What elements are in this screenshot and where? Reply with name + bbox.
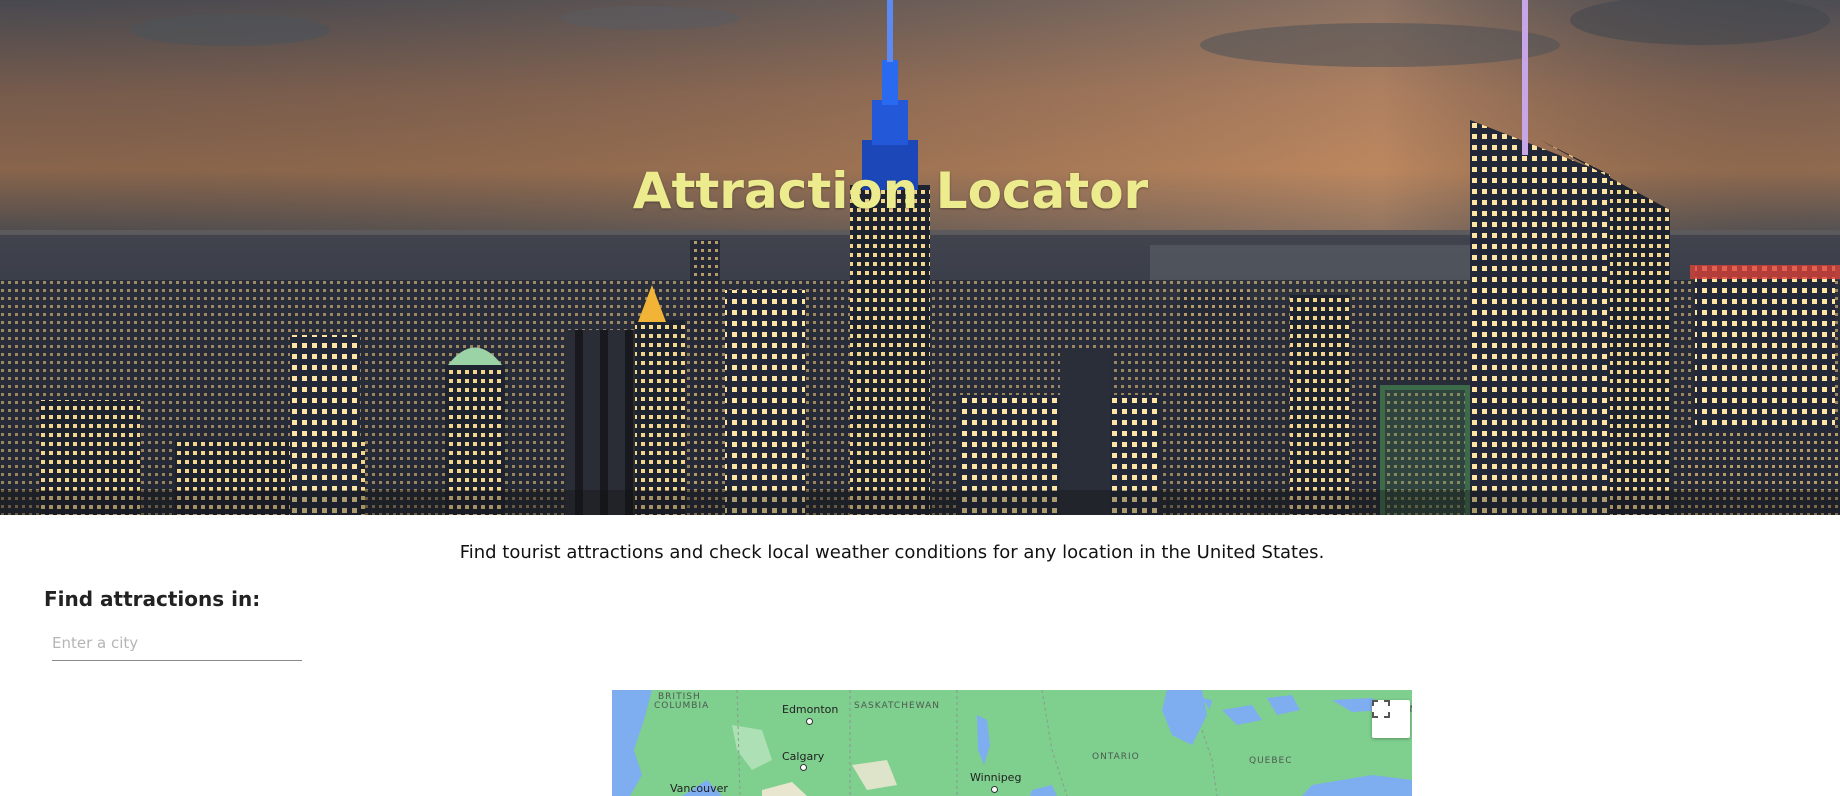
tagline: Find tourist attractions and check local… (459, 542, 1325, 563)
page-title: Attraction Locator (632, 162, 1149, 220)
map-label-edmonton: Edmonton (782, 703, 839, 716)
map-label-saskatchewan: SASKATCHEWAN (854, 701, 940, 711)
fullscreen-icon (1372, 700, 1390, 718)
map-fullscreen-button[interactable] (1372, 700, 1410, 738)
map-label-quebec: QUEBEC (1249, 756, 1293, 766)
map-city-dot (800, 764, 807, 771)
map-city-dot (806, 718, 813, 725)
map-city-dot (991, 786, 998, 793)
hero-banner: Attraction Locator (0, 0, 1840, 515)
map-embed[interactable]: BRITISH COLUMBIA Edmonton SASKATCHEWAN C… (612, 690, 1412, 796)
map-label-vancouver: Vancouver (670, 782, 728, 795)
map-label-winnipeg: Winnipeg (970, 771, 1022, 784)
search-label: Find attractions in: (44, 587, 261, 611)
map-label-calgary: Calgary (782, 750, 825, 763)
map-label-ontario: ONTARIO (1092, 752, 1140, 762)
city-search-input[interactable] (52, 626, 302, 661)
city-skyline-image (0, 0, 1840, 515)
map-label-columbia: COLUMBIA (654, 701, 710, 711)
